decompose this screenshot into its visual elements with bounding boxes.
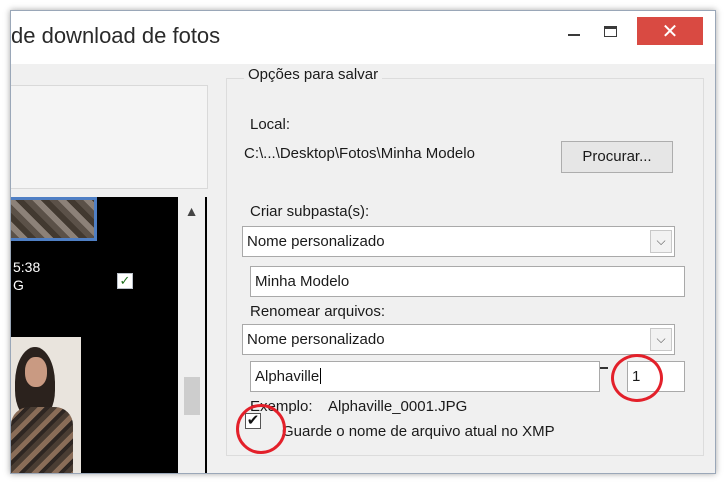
photo-face [25, 357, 47, 387]
chevron-down-icon[interactable]: ⌵ [650, 230, 672, 253]
maximize-button[interactable] [595, 17, 625, 45]
local-path: C:\...\Desktop\Fotos\Minha Modelo [244, 145, 475, 162]
browse-button[interactable]: Procurar... [561, 141, 673, 173]
minimize-icon [568, 34, 580, 36]
minimize-button[interactable] [559, 17, 589, 45]
chevron-down-icon[interactable]: ⌵ [650, 328, 672, 351]
rename-label: Renomear arquivos: [250, 303, 386, 320]
title-bar: de download de fotos ✕ [11, 11, 715, 64]
subfolder-name-input[interactable]: Minha Modelo [250, 266, 685, 297]
photo-dress [11, 407, 73, 473]
example-value: Alphaville_0001.JPG [328, 398, 468, 415]
source-panel [11, 85, 208, 189]
thumbnail-scrollbar[interactable]: ▲ [178, 197, 205, 473]
thumbnail-selected[interactable] [11, 197, 97, 241]
rename-name-value: Alphaville [255, 368, 322, 385]
rename-name-text: Alphaville [255, 368, 320, 385]
rename-select[interactable]: Nome personalizado ⌵ [242, 324, 675, 355]
thumbnail-photo[interactable] [11, 337, 81, 473]
maximize-icon [603, 25, 617, 37]
subfolder-label: Criar subpasta(s): [250, 203, 370, 220]
subfolder-name-value: Minha Modelo [255, 273, 350, 290]
rename-name-input[interactable]: Alphaville [250, 361, 600, 392]
close-button[interactable]: ✕ [637, 17, 703, 45]
separator-dash [600, 367, 608, 369]
save-options-legend: Opções para salvar [244, 66, 383, 83]
highlight-ring-number [611, 354, 663, 402]
subfolder-select-value: Nome personalizado [247, 233, 385, 250]
highlight-ring-checkbox [236, 404, 286, 454]
text-caret [320, 368, 322, 384]
thumbnail-type: G [13, 277, 24, 293]
xmp-checkbox-label: Guarde o nome de arquivo atual no XMP [282, 423, 555, 440]
scroll-thumb[interactable] [184, 377, 200, 415]
thumbnail-checkbox[interactable]: ✓ [117, 273, 133, 289]
window-title: de download de fotos [11, 23, 221, 48]
thumbnail-time: 5:38 [13, 259, 41, 275]
scroll-up-icon[interactable]: ▲ [178, 199, 205, 223]
rename-select-value: Nome personalizado [247, 331, 385, 348]
subfolder-select[interactable]: Nome personalizado ⌵ [242, 226, 675, 257]
local-label: Local: [250, 116, 291, 133]
